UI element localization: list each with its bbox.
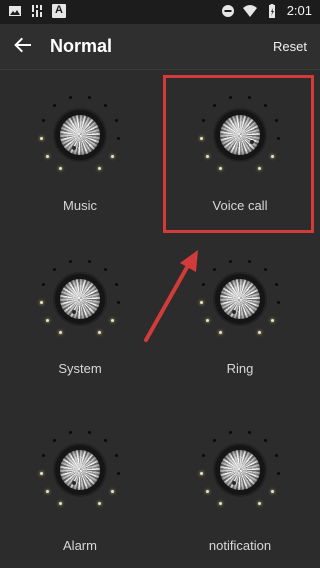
annotation-arrow: [144, 250, 198, 342]
